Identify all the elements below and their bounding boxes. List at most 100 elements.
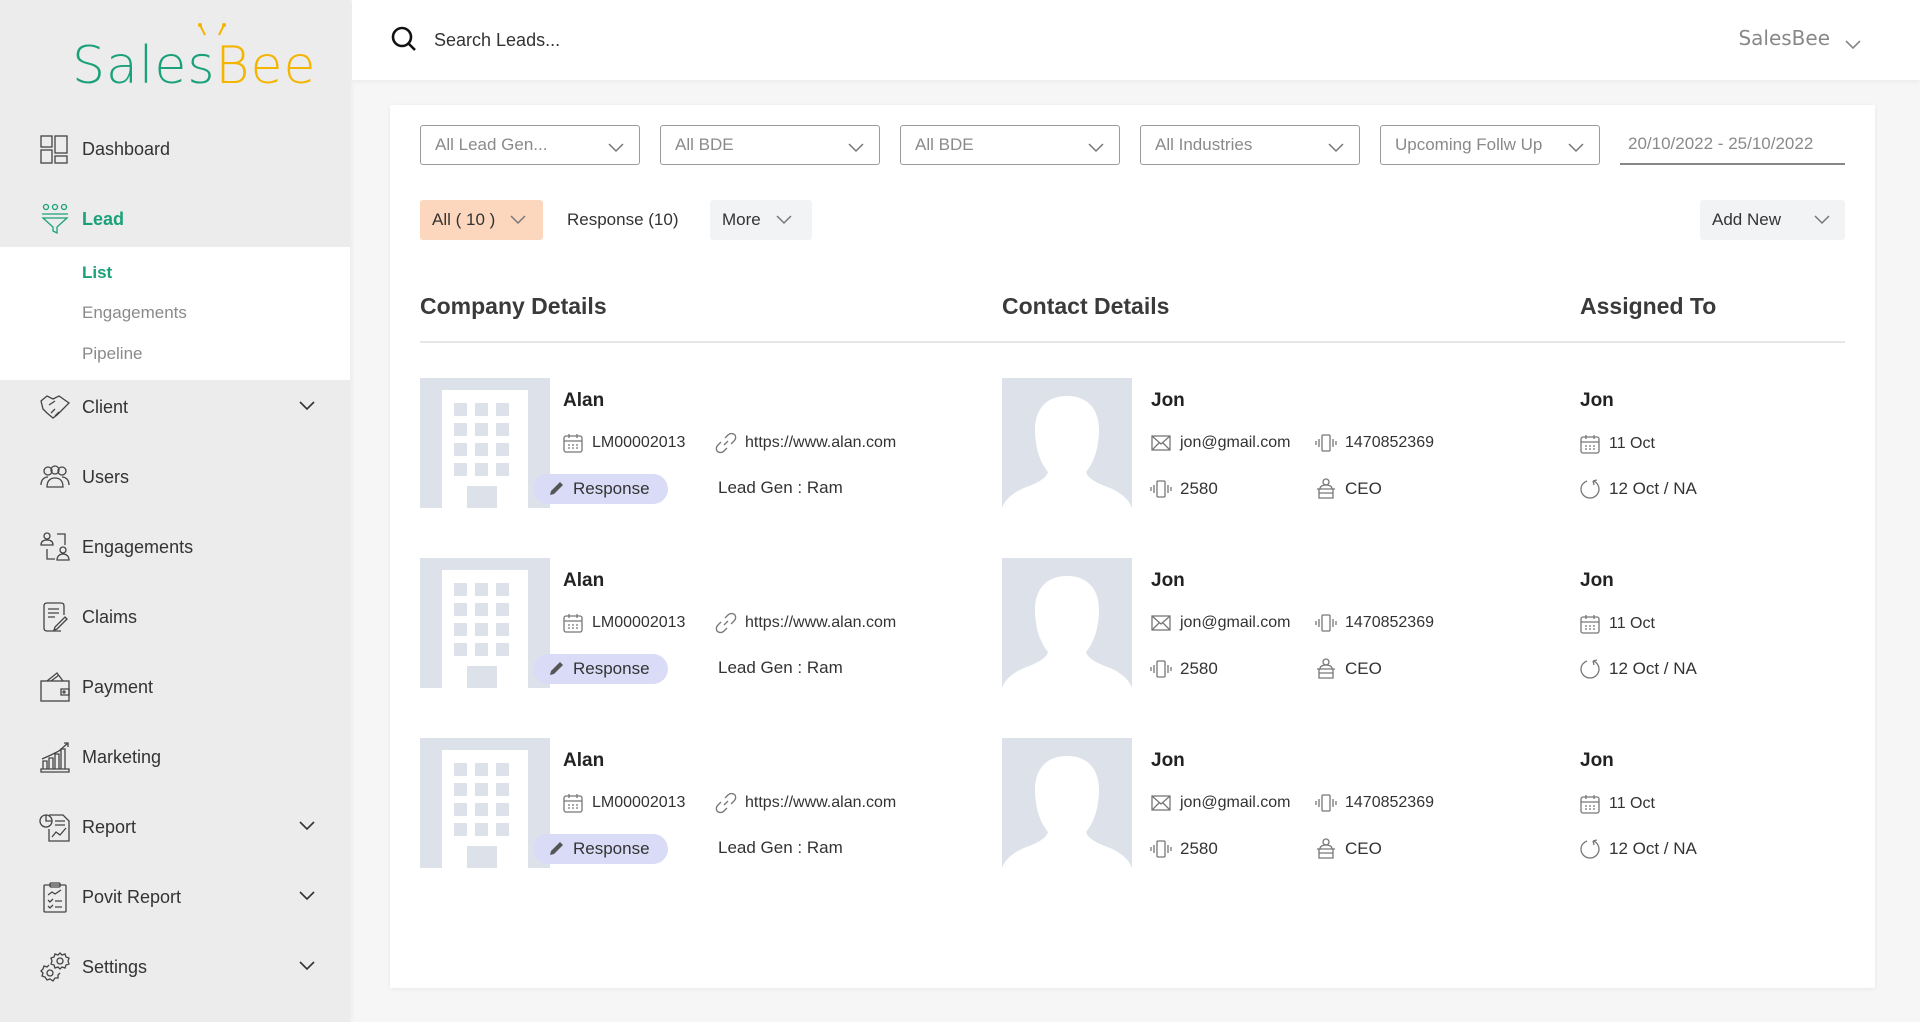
sidebar-item-dashboard[interactable]: Dashboard: [0, 124, 350, 174]
calendar-icon: [562, 432, 584, 454]
phone-value[interactable]: 1470852369: [1345, 614, 1434, 632]
status-badge[interactable]: Response: [533, 654, 668, 684]
contact-name[interactable]: Jon: [1151, 750, 1185, 772]
website-value[interactable]: https://www.alan.com: [745, 794, 896, 812]
company-name[interactable]: Alan: [563, 750, 604, 772]
lead-gen: Lead Gen : Ram: [718, 658, 843, 678]
website-value[interactable]: https://www.alan.com: [745, 434, 896, 452]
website-value[interactable]: https://www.alan.com: [745, 614, 896, 632]
chevron-down-icon: [509, 214, 527, 226]
assignee-name[interactable]: Jon: [1580, 750, 1614, 772]
contact-email[interactable]: jon@gmail.com: [1150, 432, 1291, 454]
industries-filter[interactable]: All Industries: [1140, 125, 1360, 165]
company-thumbnail: [420, 378, 550, 508]
sidebar-item-marketing[interactable]: Marketing: [0, 732, 350, 782]
company-website[interactable]: https://www.alan.com: [715, 612, 896, 634]
lead-gen-value: Lead Gen : Ram: [718, 838, 843, 857]
chevron-down-icon: [1567, 139, 1585, 153]
contact-phone[interactable]: 1470852369: [1315, 612, 1434, 634]
lead-id: LM00002013: [562, 792, 685, 814]
contact-designation: CEO: [1315, 658, 1382, 680]
lead-gen-filter[interactable]: All Lead Gen...: [420, 125, 640, 165]
wallet-icon: [38, 670, 72, 704]
chevron-down-icon[interactable]: [298, 819, 316, 831]
status-badge[interactable]: Response: [533, 474, 668, 504]
sidebar-item-users[interactable]: Users: [0, 452, 350, 502]
status-badge[interactable]: Response: [533, 834, 668, 864]
phone-value[interactable]: 1470852369: [1345, 434, 1434, 452]
extension-value: 2580: [1180, 479, 1218, 498]
lead-submenu: List Engagements Pipeline: [0, 247, 350, 380]
contact-email[interactable]: jon@gmail.com: [1150, 612, 1291, 634]
contact-phone[interactable]: 1470852369: [1315, 792, 1434, 814]
sidebar-item-settings[interactable]: Settings: [0, 942, 350, 992]
sidebar-item-claims[interactable]: Claims: [0, 592, 350, 642]
tab-all[interactable]: All ( 10 ): [420, 200, 543, 240]
company-website[interactable]: https://www.alan.com: [715, 432, 896, 454]
submenu-item-list[interactable]: List: [82, 263, 112, 283]
envelope-icon: [1150, 792, 1172, 814]
contact-phone[interactable]: 1470852369: [1315, 432, 1434, 454]
chevron-down-icon: [847, 139, 865, 153]
company-name[interactable]: Alan: [563, 570, 604, 592]
filter-label: All Industries: [1155, 135, 1253, 154]
contact-name[interactable]: Jon: [1151, 390, 1185, 412]
contact-name[interactable]: Jon: [1151, 570, 1185, 592]
company-website[interactable]: https://www.alan.com: [715, 792, 896, 814]
chevron-down-icon: [607, 139, 625, 153]
building-icon: [420, 378, 550, 508]
email-value[interactable]: jon@gmail.com: [1180, 614, 1291, 632]
lead-row[interactable]: Alan LM00002013 https://www.alan.com Res…: [390, 558, 1875, 688]
person-silhouette-icon: [1002, 558, 1132, 688]
date-range-input[interactable]: 20/10/2022 - 25/10/2022: [1620, 125, 1845, 165]
top-header: SalesBee: [352, 0, 1920, 80]
chevron-down-icon[interactable]: [298, 889, 316, 901]
tab-response[interactable]: Response (10): [555, 200, 679, 240]
follow-up-filter[interactable]: Upcoming Follw Up: [1380, 125, 1600, 165]
lead-row[interactable]: Alan LM00002013 https://www.alan.com Res…: [390, 378, 1875, 508]
salesbee-logo[interactable]: SalesBee: [72, 22, 315, 96]
assigned-date-value: 11 Oct: [1609, 615, 1655, 632]
sidebar-item-report[interactable]: Report: [0, 802, 350, 852]
bde-filter-2[interactable]: All BDE: [900, 125, 1120, 165]
assignee-name[interactable]: Jon: [1580, 390, 1614, 412]
sidebar-item-povit-report[interactable]: Povit Report: [0, 872, 350, 922]
submenu-item-pipeline[interactable]: Pipeline: [82, 344, 143, 364]
submenu-item-engagements[interactable]: Engagements: [82, 303, 187, 323]
search-icon[interactable]: [390, 25, 418, 53]
email-value[interactable]: jon@gmail.com: [1180, 794, 1291, 812]
bde-filter-1[interactable]: All BDE: [660, 125, 880, 165]
sidebar-item-payment[interactable]: Payment: [0, 662, 350, 712]
column-header-contact: Contact Details: [1002, 293, 1170, 319]
tab-more[interactable]: More: [710, 200, 812, 240]
sidebar-item-engagements[interactable]: Engagements: [0, 522, 350, 572]
sidebar: SalesBee Dashboard Lead Client Users Eng…: [0, 0, 350, 1022]
sidebar-item-label: Lead: [82, 208, 125, 229]
follow-up-date: 12 Oct / NA: [1579, 478, 1697, 500]
company-name[interactable]: Alan: [563, 390, 604, 412]
gear-icon: [38, 950, 72, 984]
calendar-icon: [562, 792, 584, 814]
chevron-down-icon[interactable]: [298, 959, 316, 971]
lead-row[interactable]: Alan LM00002013 https://www.alan.com Res…: [390, 738, 1875, 868]
email-value[interactable]: jon@gmail.com: [1180, 434, 1291, 452]
phone-vibrate-icon: [1315, 432, 1337, 454]
follow-up-value: 12 Oct / NA: [1609, 659, 1697, 678]
add-new-label: Add New: [1712, 210, 1781, 229]
contact-designation: CEO: [1315, 838, 1382, 860]
phone-vibrate-icon: [1150, 478, 1172, 500]
assignee-name[interactable]: Jon: [1580, 570, 1614, 592]
sidebar-item-client[interactable]: Client: [0, 382, 350, 432]
contact-extension: 2580: [1150, 658, 1218, 680]
sidebar-item-lead[interactable]: Lead: [0, 194, 350, 244]
lead-gen: Lead Gen : Ram: [718, 838, 843, 858]
phone-value[interactable]: 1470852369: [1345, 794, 1434, 812]
add-new-button[interactable]: Add New: [1700, 200, 1845, 240]
engagements-icon: [38, 530, 72, 564]
report-icon: [38, 810, 72, 844]
chevron-down-icon[interactable]: [298, 399, 316, 411]
account-menu[interactable]: SalesBee: [1738, 26, 1862, 50]
column-header-assigned: Assigned To: [1580, 293, 1717, 319]
search-input[interactable]: [434, 24, 1034, 56]
contact-email[interactable]: jon@gmail.com: [1150, 792, 1291, 814]
